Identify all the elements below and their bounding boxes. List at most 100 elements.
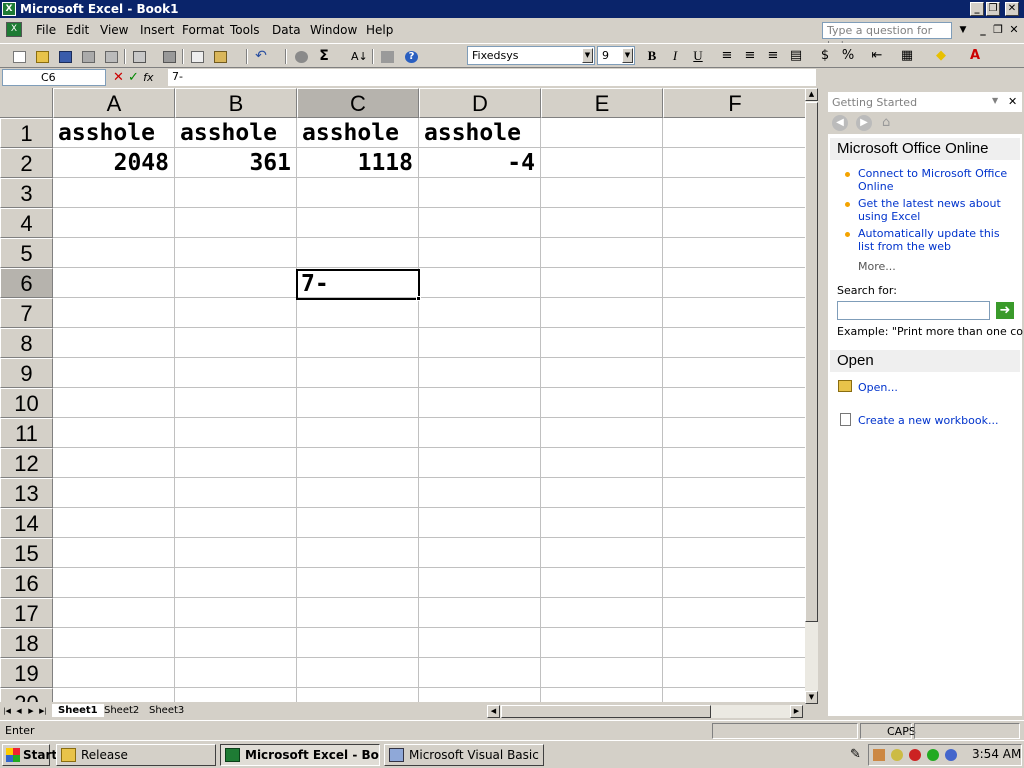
save-icon[interactable] (56, 48, 74, 65)
row-header-5[interactable]: 5 (0, 238, 53, 268)
task-excel[interactable]: Microsoft Excel - Bo... (220, 744, 380, 766)
currency-button[interactable]: $ (816, 47, 834, 64)
vertical-scrollbar[interactable]: ▲ ▼ (805, 88, 818, 704)
row-header-14[interactable]: 14 (0, 508, 53, 538)
column-header-c[interactable]: C (297, 88, 419, 118)
menu-insert[interactable]: Insert (140, 23, 174, 37)
chevron-down-icon[interactable]: ▼ (582, 48, 593, 63)
research-icon[interactable] (160, 48, 178, 65)
link-more[interactable]: More... (858, 260, 1018, 273)
menu-file[interactable]: File (36, 23, 56, 37)
link-create-workbook[interactable]: Create a new workbook... (858, 414, 1018, 427)
antivirus-icon[interactable] (927, 749, 939, 761)
bold-button[interactable]: B (643, 47, 661, 64)
link-connect-office-online[interactable]: Connect to Microsoft Office Online (858, 167, 1018, 193)
prev-sheet-icon[interactable]: ◀ (14, 705, 24, 717)
home-icon[interactable]: ⌂ (882, 115, 890, 130)
column-header-f[interactable]: F (663, 88, 807, 118)
cell-b2[interactable]: 361 (175, 148, 296, 178)
hyperlink-icon[interactable] (292, 48, 310, 65)
row-header-11[interactable]: 11 (0, 418, 53, 448)
row-header-1[interactable]: 1 (0, 118, 53, 148)
next-sheet-icon[interactable]: ▶ (26, 705, 36, 717)
scroll-left-icon[interactable]: ◀ (487, 705, 500, 718)
fill-color-icon[interactable]: ◆ (932, 47, 950, 64)
email-icon[interactable] (102, 48, 120, 65)
row-header-19[interactable]: 19 (0, 658, 53, 688)
go-arrow-icon[interactable]: ➜ (996, 302, 1014, 319)
undo-icon[interactable]: ↶ (252, 48, 270, 65)
pen-icon[interactable]: ✎ (850, 747, 861, 762)
vertical-scroll-thumb[interactable] (805, 102, 818, 622)
horizontal-scrollbar[interactable]: ◀ ▶ (487, 705, 803, 718)
underline-button[interactable]: U (689, 47, 707, 64)
column-header-a[interactable]: A (53, 88, 175, 118)
link-open[interactable]: Open... (858, 381, 1018, 394)
scroll-down-icon[interactable]: ▼ (805, 691, 818, 704)
autosum-icon[interactable]: Σ (315, 48, 333, 65)
chevron-down-icon[interactable]: ▼ (622, 48, 633, 63)
cell-b1[interactable]: asshole (175, 118, 296, 148)
italic-button[interactable]: I (666, 47, 684, 64)
row-header-9[interactable]: 9 (0, 358, 53, 388)
row-header-12[interactable]: 12 (0, 448, 53, 478)
sort-ascending-icon[interactable]: A↓ (350, 48, 368, 65)
tab-sheet3[interactable]: Sheet3 (143, 704, 190, 717)
row-header-15[interactable]: 15 (0, 538, 53, 568)
scroll-right-icon[interactable]: ▶ (790, 705, 803, 718)
align-left-icon[interactable]: ≡ (718, 47, 736, 64)
workbook-icon[interactable]: X (6, 22, 22, 37)
back-icon[interactable]: ◀ (832, 115, 848, 131)
cell-d2[interactable]: -4 (419, 148, 540, 178)
security-icon[interactable] (909, 749, 921, 761)
column-header-d[interactable]: D (419, 88, 541, 118)
fill-handle[interactable] (416, 296, 421, 301)
link-auto-update[interactable]: Automatically update this list from the … (858, 227, 1018, 253)
permission-icon[interactable] (79, 48, 97, 65)
column-header-b[interactable]: B (175, 88, 297, 118)
menu-view[interactable]: View (100, 23, 128, 37)
task-visual-basic[interactable]: Microsoft Visual Basic - B... (384, 744, 544, 766)
row-header-4[interactable]: 4 (0, 208, 53, 238)
print-icon[interactable] (130, 48, 148, 65)
search-icon[interactable] (945, 749, 957, 761)
new-icon[interactable] (10, 48, 28, 65)
font-size-select[interactable]: 9 ▼ (597, 46, 635, 65)
help-search-input[interactable]: Type a question for help (822, 22, 952, 52)
doc-close-button[interactable]: ✕ (1007, 23, 1021, 37)
row-header-6[interactable]: 6 (0, 268, 53, 298)
decrease-indent-icon[interactable]: ⇤ (868, 47, 886, 64)
cell-a1[interactable]: asshole (53, 118, 174, 148)
column-header-e[interactable]: E (541, 88, 663, 118)
open-icon[interactable] (33, 48, 51, 65)
doc-minimize-button[interactable]: _ (976, 23, 990, 37)
excel-app-icon[interactable]: X (2, 2, 16, 16)
chevron-down-icon[interactable]: ▼ (992, 96, 998, 105)
row-header-13[interactable]: 13 (0, 478, 53, 508)
menu-window[interactable]: Window (310, 23, 357, 37)
doc-restore-button[interactable]: ❐ (991, 23, 1005, 37)
cell-c2[interactable]: 1118 (297, 148, 418, 178)
active-cell-editor[interactable]: 7- (301, 270, 329, 299)
clock[interactable]: 3:54 AM (972, 744, 1021, 764)
row-header-3[interactable]: 3 (0, 178, 53, 208)
menu-edit[interactable]: Edit (66, 23, 89, 37)
scroll-up-icon[interactable]: ▲ (805, 88, 818, 101)
link-latest-news[interactable]: Get the latest news about using Excel (858, 197, 1018, 223)
font-color-icon[interactable]: A (966, 47, 984, 64)
row-header-7[interactable]: 7 (0, 298, 53, 328)
menu-format[interactable]: Format (182, 23, 224, 37)
row-header-16[interactable]: 16 (0, 568, 53, 598)
name-box[interactable]: C6 (2, 69, 106, 86)
insert-function-button[interactable]: fx (143, 71, 153, 84)
row-header-20[interactable]: 20 (0, 688, 53, 702)
chart-wizard-icon[interactable] (378, 48, 396, 65)
horizontal-scroll-thumb[interactable] (501, 705, 711, 718)
forward-icon[interactable]: ▶ (856, 115, 872, 131)
first-sheet-icon[interactable]: |◀ (2, 705, 12, 717)
cell-a2[interactable]: 2048 (53, 148, 174, 178)
restore-button[interactable]: ❐ (986, 2, 1000, 16)
tab-sheet1[interactable]: Sheet1 (52, 704, 104, 717)
confirm-entry-icon[interactable]: ✓ (128, 70, 139, 85)
start-button[interactable]: Start (2, 744, 57, 766)
